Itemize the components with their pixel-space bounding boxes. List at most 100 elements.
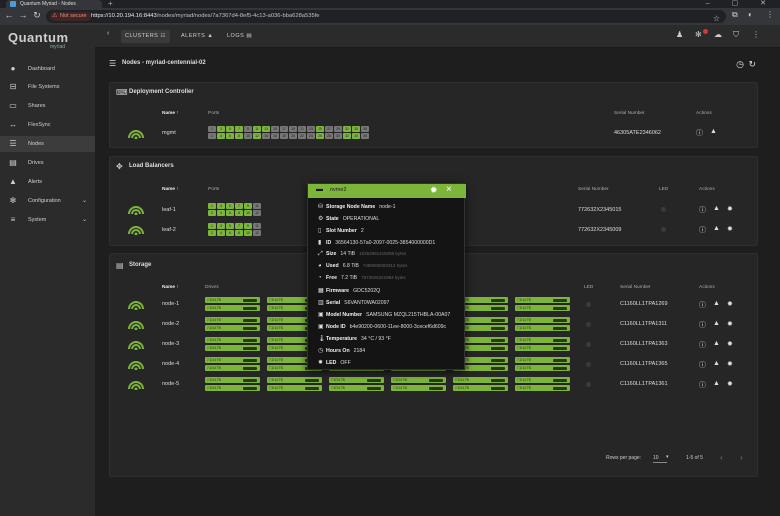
col-name-header[interactable]: Name ↑	[162, 187, 179, 192]
port[interactable]: 6	[226, 230, 234, 236]
node-name[interactable]: leaf-2	[162, 227, 176, 233]
port[interactable]: 4	[217, 230, 225, 236]
port[interactable]: 15	[271, 126, 279, 132]
sidebar-item-alerts[interactable]: ▲ Alerts	[0, 174, 95, 190]
sun-icon[interactable]: ✹	[727, 320, 733, 328]
drive-bar[interactable]: 7.2/14 TB	[391, 385, 446, 391]
sun-icon[interactable]: ✹	[727, 205, 733, 213]
reload-icon[interactable]: ↻	[31, 10, 43, 21]
bell-icon[interactable]: ▲	[713, 205, 720, 212]
port[interactable]: 14	[262, 133, 270, 139]
port[interactable]: 1	[208, 223, 216, 229]
quantum-logo[interactable]: Quantum	[8, 30, 69, 45]
bookmark-star-icon[interactable]: ☆	[713, 12, 720, 25]
port[interactable]: 25	[316, 126, 324, 132]
port[interactable]: 2	[208, 133, 216, 139]
port[interactable]: 3	[217, 126, 225, 132]
col-name-header[interactable]: Name ↑	[162, 111, 179, 116]
info-icon[interactable]: ⓘ	[699, 380, 706, 390]
tab-logs[interactable]: LOGS ▤	[223, 30, 256, 43]
bell-icon[interactable]: ▲	[713, 360, 720, 367]
sun-icon[interactable]: ✹	[727, 340, 733, 348]
info-icon[interactable]: ⓘ	[699, 225, 706, 235]
node-name[interactable]: node-3	[162, 341, 179, 347]
bell-icon[interactable]: ▲	[713, 300, 720, 307]
port[interactable]: 22	[298, 133, 306, 139]
tab-clusters[interactable]: CLUSTERS ☷	[121, 30, 170, 43]
drive-bar[interactable]: 7.2/14 TB	[515, 365, 570, 371]
port[interactable]: 21	[298, 126, 306, 132]
col-name-header[interactable]: Name ↑	[162, 285, 179, 290]
drive-bar[interactable]: 7.2/14 TB	[515, 305, 570, 311]
bell-icon[interactable]: ▲	[713, 320, 720, 327]
drive-bar[interactable]: 7.2/14 TB	[267, 377, 322, 383]
info-icon[interactable]: ⓘ	[699, 340, 706, 350]
history-icon[interactable]: ◷	[736, 59, 744, 70]
port[interactable]: 2	[208, 230, 216, 236]
port[interactable]: 35	[361, 126, 369, 132]
close-icon[interactable]: ×	[446, 184, 452, 195]
drive-bar[interactable]: 7.2/14 TB	[205, 325, 260, 331]
sun-icon[interactable]: ✹	[727, 360, 733, 368]
port[interactable]: 5	[226, 126, 234, 132]
port[interactable]: 5	[226, 203, 234, 209]
sidebar-item-shares[interactable]: ▭ Shares	[0, 98, 95, 114]
drive-bar[interactable]: 7.2/14 TB	[205, 365, 260, 371]
drive-bar[interactable]: 7.2/14 TB	[515, 345, 570, 351]
port[interactable]: 33	[352, 126, 360, 132]
port[interactable]: 10	[244, 133, 252, 139]
drive-bar[interactable]: 7.2/14 TB	[267, 385, 322, 391]
profile-icon[interactable]: ◐	[748, 10, 753, 19]
port[interactable]: 2	[208, 210, 216, 216]
drive-bar[interactable]: 7.2/14 TB	[515, 385, 570, 391]
sidebar-item-file-systems[interactable]: ⊟ File Systems	[0, 79, 95, 95]
drive-bar[interactable]: 7.2/14 TB	[205, 357, 260, 363]
drive-bar[interactable]: 7.2/14 TB	[453, 385, 508, 391]
drive-bar[interactable]: 7.2/14 TB	[329, 385, 384, 391]
extensions-icon[interactable]: ⧉	[732, 10, 738, 20]
port[interactable]: 36	[361, 133, 369, 139]
node-name[interactable]: node-5	[162, 381, 179, 387]
node-name[interactable]: node-1	[162, 301, 179, 307]
bell-icon[interactable]: ▲	[713, 380, 720, 387]
window-controls[interactable]: ‒ ▢ ✕	[706, 0, 776, 7]
sun-icon[interactable]: ✹	[430, 185, 438, 196]
chevron-left-icon[interactable]: ‹	[107, 30, 109, 37]
led-indicator[interactable]	[661, 227, 666, 232]
led-indicator[interactable]	[586, 342, 591, 347]
back-icon[interactable]: ←	[3, 10, 15, 20]
port[interactable]: 23	[307, 126, 315, 132]
info-icon[interactable]: ⓘ	[699, 300, 706, 310]
port[interactable]: 19	[289, 126, 297, 132]
port[interactable]: 11	[253, 203, 261, 209]
bell-icon[interactable]: ▲	[713, 225, 720, 232]
node-name[interactable]: node-2	[162, 321, 179, 327]
port[interactable]: 3	[217, 203, 225, 209]
port[interactable]: 9	[244, 223, 252, 229]
drive-bar[interactable]: 7.2/14 TB	[205, 345, 260, 351]
settings-alert-icon[interactable]: ✻	[695, 30, 702, 39]
forward-icon[interactable]: →	[17, 10, 29, 20]
url-text[interactable]: https://10.20.194.16:8443/nodes/myriad/n…	[91, 10, 320, 23]
drive-bar[interactable]: 7.2/14 TB	[515, 377, 570, 383]
port[interactable]: 11	[253, 223, 261, 229]
bell-icon[interactable]: ▲	[710, 128, 717, 135]
port[interactable]: 10	[244, 210, 252, 216]
more-menu-icon[interactable]: ⋮	[752, 30, 760, 39]
drive-bar[interactable]: 7.2/14 TB	[515, 357, 570, 363]
info-icon[interactable]: ⓘ	[699, 360, 706, 370]
port[interactable]: 13	[262, 126, 270, 132]
led-indicator[interactable]	[586, 382, 591, 387]
port[interactable]: 6	[226, 133, 234, 139]
port[interactable]: 29	[334, 126, 342, 132]
port[interactable]: 17	[280, 126, 288, 132]
prev-page-button[interactable]: ‹	[720, 453, 723, 462]
port[interactable]: 12	[253, 133, 261, 139]
port[interactable]: 12	[253, 230, 261, 236]
shield-icon[interactable]: ⛉	[733, 30, 739, 40]
address-bar[interactable]: Not secure https://10.20.194.16:8443/nod…	[46, 10, 726, 23]
port[interactable]: 32	[343, 133, 351, 139]
port[interactable]: 7	[235, 203, 243, 209]
sidebar-item-configuration[interactable]: ✻ Configuration ⌄	[0, 193, 95, 209]
cloud-icon[interactable]: ☁	[714, 30, 722, 39]
